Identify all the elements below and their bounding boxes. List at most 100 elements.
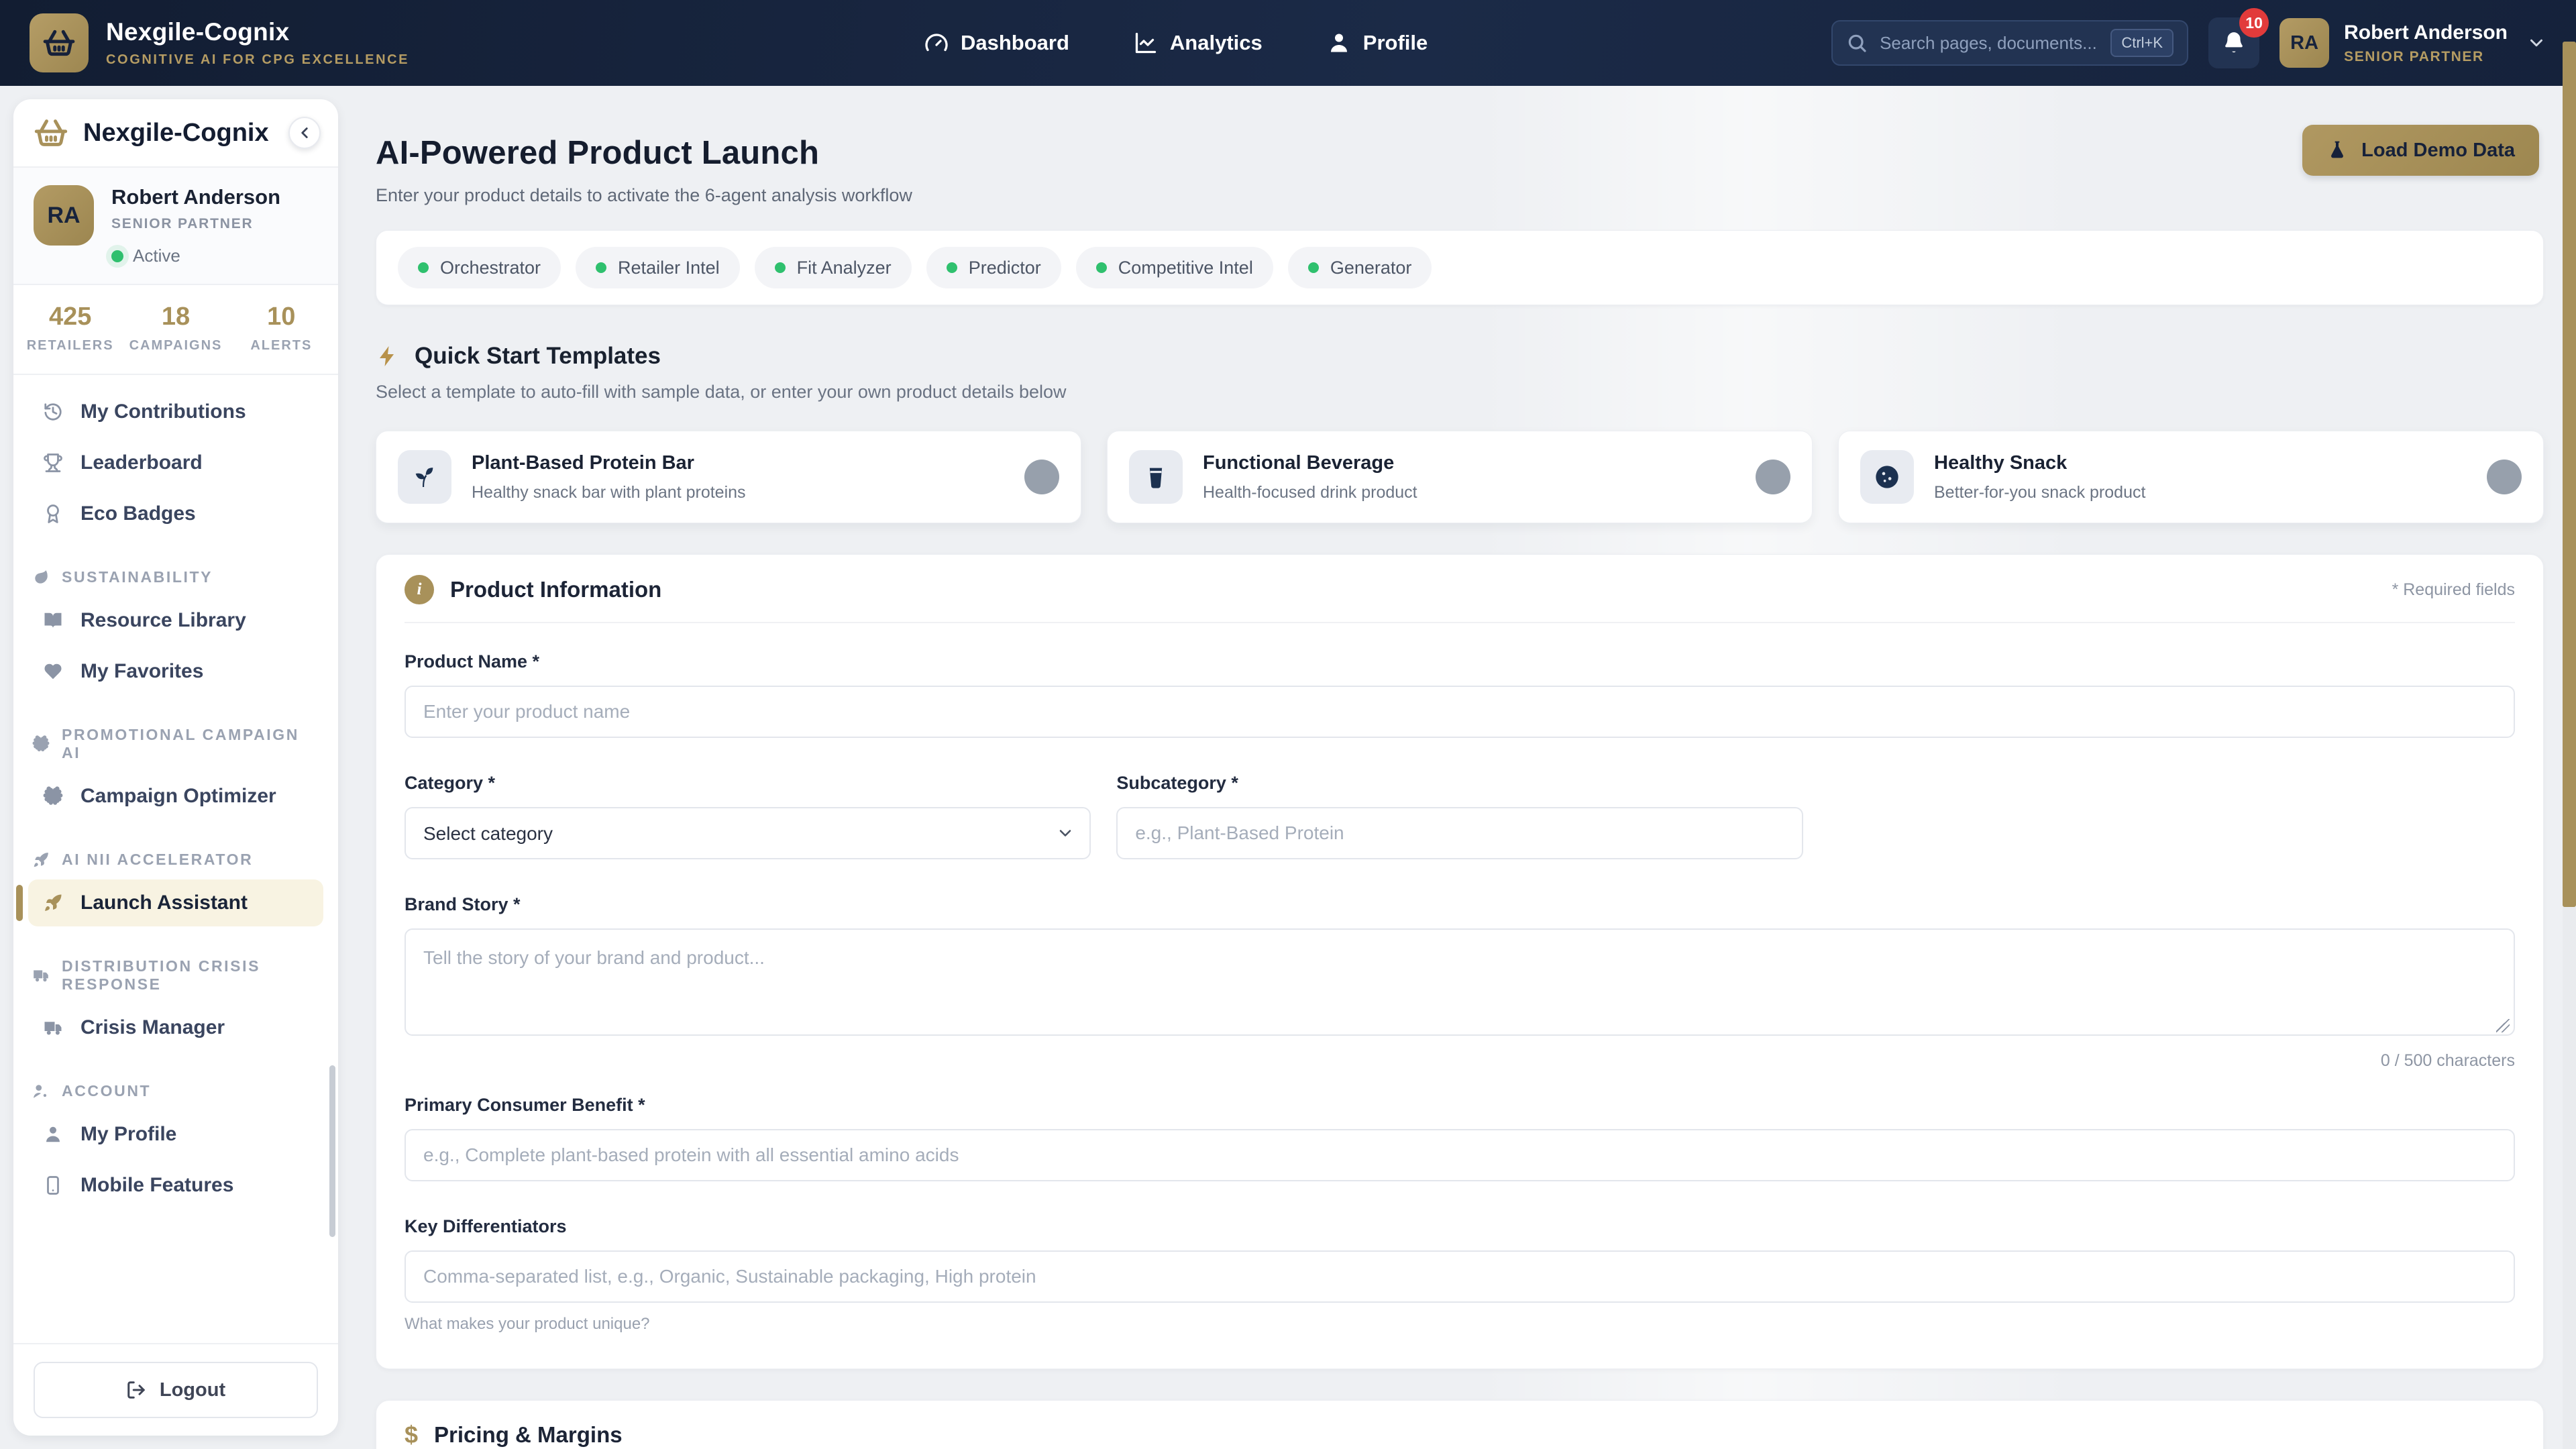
sidebar-item-label: Mobile Features xyxy=(80,1174,233,1197)
trophy-icon xyxy=(43,453,63,473)
stat-alerts: 10 ALERTS xyxy=(229,303,334,354)
avatar: RA xyxy=(2279,18,2329,68)
brand-story-textarea-wrap xyxy=(405,928,2515,1039)
differentiators-group: Key Differentiators What makes your prod… xyxy=(405,1216,2515,1334)
load-demo-data-button[interactable]: Load Demo Data xyxy=(2302,125,2539,176)
sidebar-item-my-contributions[interactable]: My Contributions xyxy=(28,388,323,435)
global-search[interactable]: Ctrl+K xyxy=(1831,20,2188,66)
user-icon xyxy=(1327,31,1351,55)
sidebar-item-mobile-features[interactable]: Mobile Features xyxy=(28,1162,323,1209)
logout-button[interactable]: Logout xyxy=(34,1362,318,1418)
stat-retailers: 425 RETAILERS xyxy=(17,303,123,354)
page-subtitle: Enter your product details to activate t… xyxy=(376,185,2544,206)
sidebar-item-leaderboard[interactable]: Leaderboard xyxy=(28,439,323,486)
differentiators-input[interactable] xyxy=(405,1250,2515,1303)
page-scrollbar-track[interactable] xyxy=(2563,907,2576,1449)
topnav-label: Profile xyxy=(1363,31,1428,55)
stat-label: ALERTS xyxy=(229,338,334,354)
sidebar-item-launch-assistant[interactable]: Launch Assistant xyxy=(28,879,323,926)
subcategory-input[interactable] xyxy=(1116,807,1803,859)
template-card-functional-beverage[interactable]: Functional Beverage Health-focused drink… xyxy=(1107,431,1813,523)
brand-story-textarea[interactable] xyxy=(405,928,2515,1036)
template-card-plant-based-protein-bar[interactable]: Plant-Based Protein Bar Healthy snack ba… xyxy=(376,431,1081,523)
topnav-dashboard[interactable]: Dashboard xyxy=(924,31,1069,55)
character-counter: 0 / 500 characters xyxy=(405,1051,2515,1071)
agent-status-bar: Orchestrator Retailer Intel Fit Analyzer… xyxy=(376,230,2544,305)
notifications-button[interactable]: 10 xyxy=(2208,17,2259,68)
product-name-input[interactable] xyxy=(405,686,2515,738)
agent-chip-label: Predictor xyxy=(969,258,1041,278)
agent-status-dot xyxy=(1308,262,1319,273)
sidebar-item-my-favorites[interactable]: My Favorites xyxy=(28,648,323,695)
sidebar-item-campaign-optimizer[interactable]: Campaign Optimizer xyxy=(28,773,323,820)
page-header: AI-Powered Product Launch Enter your pro… xyxy=(376,134,2544,206)
template-card-healthy-snack[interactable]: Healthy Snack Better-for-you snack produ… xyxy=(1838,431,2544,523)
history-icon xyxy=(43,402,63,422)
empty-cell xyxy=(1829,773,2515,859)
cup-icon xyxy=(1129,450,1183,504)
topnav-profile[interactable]: Profile xyxy=(1327,31,1428,55)
user-icon xyxy=(43,1124,63,1144)
card-title: Pricing & Margins xyxy=(434,1422,623,1448)
sidebar-collapse-button[interactable] xyxy=(288,117,321,149)
template-title: Functional Beverage xyxy=(1203,452,1417,474)
user-status: Active xyxy=(111,246,280,266)
agent-chip-retailer-intel: Retailer Intel xyxy=(576,247,740,288)
agent-status-dot xyxy=(947,262,957,273)
sidebar-item-resource-library[interactable]: Resource Library xyxy=(28,597,323,644)
brain-icon xyxy=(43,786,63,806)
category-label: Category * xyxy=(405,773,1091,794)
brand-tagline: COGNITIVE AI FOR CPG EXCELLENCE xyxy=(106,52,409,68)
sidebar-nav: My Contributions Leaderboard xyxy=(13,375,338,1343)
book-open-icon xyxy=(43,610,63,631)
subcategory-label: Subcategory * xyxy=(1116,773,1803,794)
stat-label: RETAILERS xyxy=(17,338,123,354)
sidebar-section-promotional-campaign-ai: PROMOTIONAL CAMPAIGN AI xyxy=(32,726,319,762)
stat-value: 425 xyxy=(17,303,123,331)
stat-value: 10 xyxy=(229,303,334,331)
template-select-radio[interactable] xyxy=(1756,460,1790,494)
topnav-analytics[interactable]: Analytics xyxy=(1134,31,1263,55)
chevron-down-icon xyxy=(2526,33,2546,53)
sidebar-item-label: Launch Assistant xyxy=(80,892,248,914)
required-fields-note: * Required fields xyxy=(2392,580,2515,600)
product-information-header: i Product Information * Required fields xyxy=(376,555,2543,622)
agent-chip-predictor: Predictor xyxy=(926,247,1061,288)
category-select[interactable]: Select category xyxy=(405,807,1091,859)
sidebar-item-label: Crisis Manager xyxy=(80,1016,225,1039)
sidebar-section-distribution-crisis-response: DISTRIBUTION CRISIS RESPONSE xyxy=(32,957,319,994)
sidebar-item-label: Leaderboard xyxy=(80,451,203,474)
page-scrollbar-thumb[interactable] xyxy=(2563,42,2576,907)
basket-icon xyxy=(42,26,76,60)
notification-count-badge: 10 xyxy=(2239,8,2269,38)
sidebar: Nexgile-Cognix RA Robert Anderson SENIOR… xyxy=(13,99,338,1436)
sidebar-item-eco-badges[interactable]: Eco Badges xyxy=(28,490,323,537)
sidebar-scrollbar-thumb[interactable] xyxy=(329,1065,335,1237)
user-menu[interactable]: RA Robert Anderson SENIOR PARTNER xyxy=(2279,18,2546,68)
basket-icon xyxy=(34,115,68,150)
agent-status-dot xyxy=(1096,262,1107,273)
smartphone-icon xyxy=(43,1175,63,1195)
agent-chip-label: Orchestrator xyxy=(440,258,541,278)
sidebar-item-label: Campaign Optimizer xyxy=(80,785,276,808)
sidebar-item-my-profile[interactable]: My Profile xyxy=(28,1111,323,1158)
agent-chip-label: Competitive Intel xyxy=(1118,258,1253,278)
differentiators-hint: What makes your product unique? xyxy=(405,1315,2515,1334)
agent-chip-label: Retailer Intel xyxy=(618,258,720,278)
template-card-text: Healthy Snack Better-for-you snack produ… xyxy=(1934,452,2145,502)
sidebar-user-card: RA Robert Anderson SENIOR PARTNER Active xyxy=(13,168,338,285)
brand-story-group: Brand Story * 0 / 500 characters xyxy=(405,894,2515,1071)
template-card-text: Plant-Based Protein Bar Healthy snack ba… xyxy=(472,452,746,502)
search-input[interactable] xyxy=(1880,33,2098,54)
flask-icon xyxy=(2326,140,2348,161)
sidebar-item-crisis-manager[interactable]: Crisis Manager xyxy=(28,1004,323,1051)
template-select-radio[interactable] xyxy=(1024,460,1059,494)
template-select-radio[interactable] xyxy=(2487,460,2522,494)
category-select-wrap: Select category xyxy=(405,807,1091,859)
sidebar-item-label: My Profile xyxy=(80,1123,176,1146)
benefit-input[interactable] xyxy=(405,1129,2515,1181)
user-meta: Robert Anderson SENIOR PARTNER xyxy=(2344,21,2508,65)
user-role: SENIOR PARTNER xyxy=(2344,49,2508,65)
sidebar-user-meta: Robert Anderson SENIOR PARTNER Active xyxy=(111,185,280,266)
topnav-label: Analytics xyxy=(1170,31,1263,55)
